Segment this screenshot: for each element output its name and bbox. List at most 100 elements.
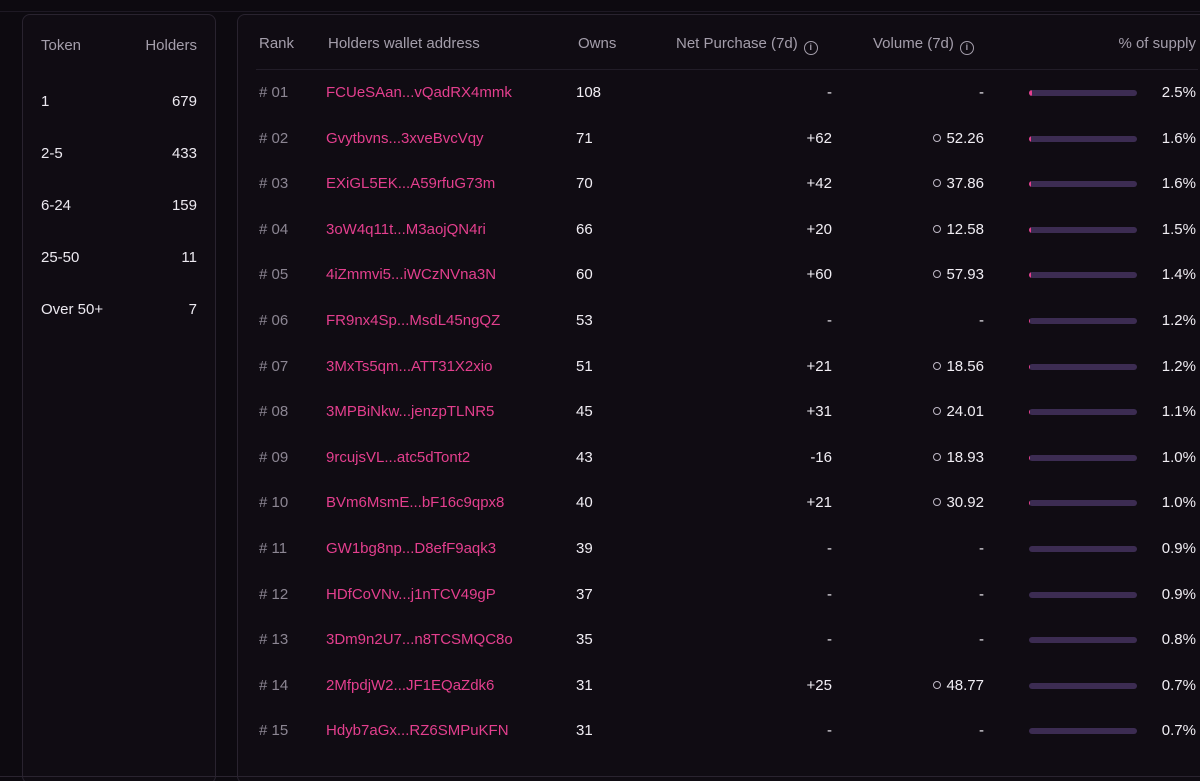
distribution-header: Token Holders <box>23 15 215 75</box>
volume-cell: 57.93 <box>933 266 984 283</box>
rank-cell: # 02 <box>259 129 289 147</box>
volume-value: - <box>979 585 984 603</box>
owns-cell: 31 <box>576 722 593 740</box>
supply-percent-cell: 1.5% <box>1161 220 1196 238</box>
owns-cell: 70 <box>576 175 593 193</box>
supply-percent-cell: 1.6% <box>1161 129 1196 147</box>
wallet-address-link[interactable]: FCUeSAan...vQadRX4mmk <box>326 84 512 101</box>
rank-cell: # 13 <box>259 631 289 649</box>
volume-value: 30.92 <box>946 494 984 512</box>
info-circle-icon[interactable]: i <box>803 41 818 55</box>
owns-column-header[interactable]: Owns <box>578 35 616 52</box>
wallet-address-link[interactable]: EXiGL5EK...A59rfuG73m <box>326 175 495 192</box>
wallet-address-link[interactable]: 9rcujsVL...atc5dTont2 <box>326 449 470 466</box>
net-purchase-label: Net Purchase (7d) <box>676 35 798 52</box>
info-circle-icon[interactable]: i <box>959 41 974 55</box>
wallet-address-link[interactable]: 3MxTs5qm...ATT31X2xio <box>326 358 492 375</box>
volume-cell: - <box>979 84 984 101</box>
top-divider <box>0 11 1200 12</box>
supply-percent-cell: 1.0% <box>1161 494 1196 512</box>
owns-cell: 39 <box>576 539 593 557</box>
rank-cell: # 09 <box>259 448 289 466</box>
owns-cell: 43 <box>576 448 593 466</box>
wallet-address-link[interactable]: 2MfpdjW2...JF1EQaZdk6 <box>326 677 494 694</box>
wallet-address-link[interactable]: 3MPBiNkw...jenzpTLNR5 <box>326 403 494 420</box>
volume-value: - <box>979 722 984 740</box>
supply-progress-fill <box>1029 90 1033 96</box>
wallet-address-link[interactable]: 3Dm9n2U7...n8TCSMQC8o <box>326 631 513 648</box>
sol-coin-icon <box>933 407 942 416</box>
rank-cell: # 06 <box>259 311 289 329</box>
volume-value: 37.86 <box>946 175 984 193</box>
supply-percent-cell: 1.2% <box>1161 357 1196 375</box>
net-purchase-cell: +20 <box>806 220 832 238</box>
token-range: 6-24 <box>41 196 72 214</box>
wallet-address-link[interactable]: GW1bg8np...D8efF9aqk3 <box>326 540 496 557</box>
supply-progress-bar <box>1029 226 1137 233</box>
sol-coin-icon <box>933 133 942 142</box>
rank-cell: # 14 <box>259 676 289 694</box>
supply-progress-fill <box>1029 226 1032 233</box>
owns-cell: 53 <box>576 311 593 329</box>
wallet-address-link[interactable]: Hdyb7aGx...RZ6SMPuKFN <box>326 722 509 739</box>
owns-cell: 31 <box>576 676 593 694</box>
rank-cell: # 15 <box>259 722 289 740</box>
wallet-address-link[interactable]: BVm6MsmE...bF16c9qpx8 <box>326 494 504 511</box>
bottom-divider <box>0 776 1200 777</box>
supply-progress-fill <box>1029 272 1032 279</box>
owns-cell: 60 <box>576 266 593 284</box>
supply-progress-bar <box>1029 409 1137 416</box>
holder-count: 7 <box>188 300 197 318</box>
holder-count: 679 <box>171 92 197 110</box>
wallet-address-link[interactable]: Gvytbvns...3xveBvcVqy <box>326 130 484 147</box>
net-purchase-cell: - <box>827 585 832 603</box>
volume-value: - <box>979 539 984 557</box>
holders-table-header: Rank Holders wallet address Owns Net Pur… <box>256 15 1198 70</box>
token-column-header: Token <box>41 36 82 54</box>
supply-progress-fill <box>1029 454 1031 461</box>
table-row: # 10 BVm6MsmE...bF16c9qpx8 40 +21 30.92 1.0% <box>238 480 1200 526</box>
supply-column-header[interactable]: % of supply <box>1118 35 1196 52</box>
sol-coin-icon <box>933 361 942 370</box>
owns-cell: 71 <box>576 129 593 147</box>
table-row: # 15 Hdyb7aGx...RZ6SMPuKFN 31 - - 0.7% <box>238 708 1200 754</box>
net-purchase-cell: +42 <box>806 175 832 193</box>
net-purchase-cell: - <box>827 722 832 740</box>
distribution-row: Over 50+ 7 <box>23 283 215 335</box>
wallet-address-link[interactable]: 3oW4q11t...M3aojQN4ri <box>326 221 486 238</box>
supply-progress-fill <box>1029 409 1031 416</box>
volume-value: - <box>979 311 984 329</box>
volume-cell: - <box>979 722 984 739</box>
volume-cell: 30.92 <box>933 494 984 511</box>
table-row: # 13 3Dm9n2U7...n8TCSMQC8o 35 - - 0.8% <box>238 617 1200 663</box>
supply-percent-cell: 2.5% <box>1161 84 1196 101</box>
net-purchase-cell: +25 <box>806 676 832 694</box>
net-purchase-column-header[interactable]: Net Purchase (7d) i <box>676 35 818 55</box>
wallet-address-link[interactable]: HDfCoVNv...j1nTCV49gP <box>326 586 496 603</box>
wallet-address-link[interactable]: FR9nx4Sp...MsdL45ngQZ <box>326 312 500 329</box>
supply-percent-cell: 1.0% <box>1161 448 1196 466</box>
table-row: # 07 3MxTs5qm...ATT31X2xio 51 +21 18.56 1.2% <box>238 344 1200 390</box>
supply-percent-cell: 0.7% <box>1161 722 1196 740</box>
address-column-header[interactable]: Holders wallet address <box>328 35 480 52</box>
owns-cell: 35 <box>576 631 593 649</box>
supply-progress-bar <box>1029 363 1137 370</box>
table-row: # 03 EXiGL5EK...A59rfuG73m 70 +42 37.86 1.6% <box>238 161 1200 207</box>
supply-percent-cell: 1.6% <box>1161 175 1196 193</box>
rank-cell: # 04 <box>259 220 289 238</box>
supply-percent-cell: 1.1% <box>1161 403 1196 421</box>
net-purchase-cell: - <box>827 84 832 101</box>
token-range: 1 <box>41 92 50 110</box>
volume-cell: 18.56 <box>933 358 984 375</box>
volume-column-header[interactable]: Volume (7d) i <box>873 35 974 55</box>
net-purchase-cell: +60 <box>806 266 832 284</box>
supply-progress-fill <box>1029 363 1031 370</box>
holders-column-header: Holders <box>145 36 197 54</box>
supply-progress-fill <box>1029 135 1032 142</box>
holder-count: 433 <box>171 144 197 162</box>
supply-progress-bar <box>1029 728 1137 735</box>
table-row: # 02 Gvytbvns...3xveBvcVqy 71 +62 52.26 1.6% <box>238 116 1200 162</box>
rank-column-header[interactable]: Rank <box>259 35 294 52</box>
net-purchase-cell: +21 <box>806 494 832 512</box>
wallet-address-link[interactable]: 4iZmmvi5...iWCzNVna3N <box>326 266 496 283</box>
